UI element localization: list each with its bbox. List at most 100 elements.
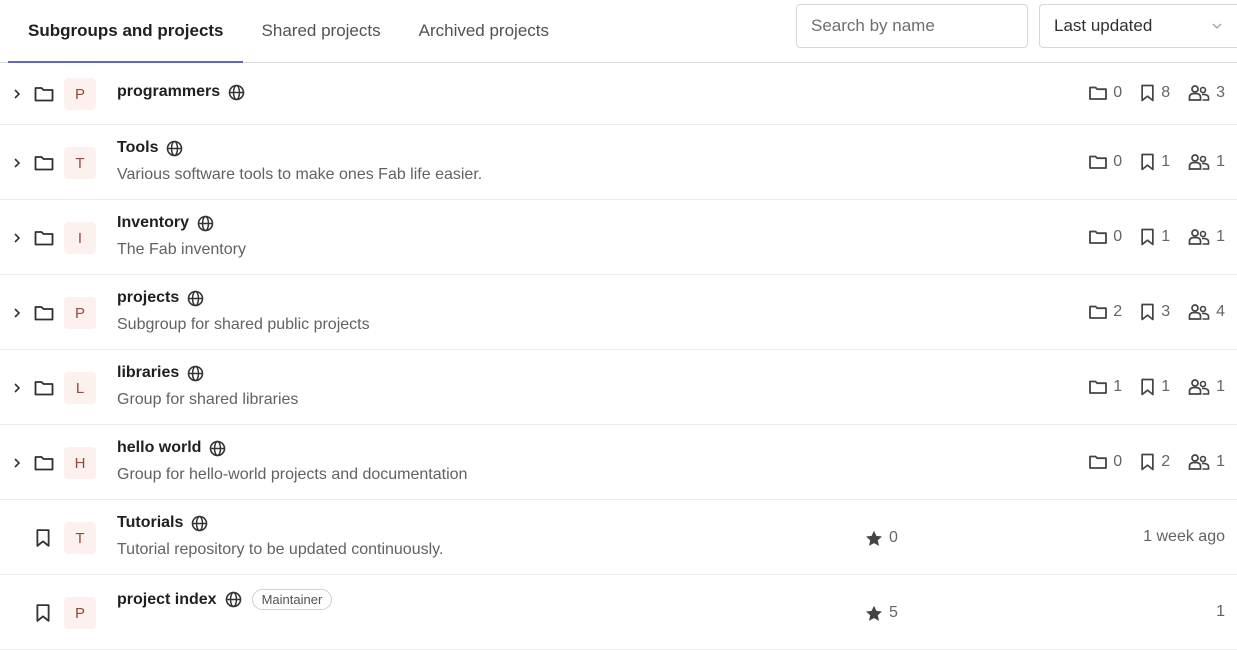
star-count[interactable]: 0 bbox=[865, 529, 898, 547]
project-count-value: 1 bbox=[1161, 153, 1171, 170]
group-row[interactable]: I Inventory The Fab inventory 0 1 1 bbox=[0, 200, 1237, 275]
group-name-link[interactable]: hello world bbox=[117, 439, 201, 457]
chevron-down-icon bbox=[1212, 23, 1222, 29]
subgroup-count-value: 1 bbox=[1113, 378, 1123, 395]
member-count-value: 1 bbox=[1216, 228, 1225, 245]
group-title: hello world bbox=[117, 439, 226, 457]
subgroup-count: 0 bbox=[1089, 453, 1122, 471]
group-row[interactable]: Llibraries Group for shared libraries 1 1 1 bbox=[0, 350, 1237, 425]
group-name-link[interactable]: libraries bbox=[117, 364, 179, 382]
group-description: The Fab inventory bbox=[117, 241, 246, 258]
role-badge: Maintainer bbox=[251, 589, 333, 610]
folder-icon bbox=[34, 455, 54, 471]
avatar[interactable]: P bbox=[64, 78, 96, 110]
member-count: 1 bbox=[1188, 453, 1225, 471]
chevron-right-icon[interactable] bbox=[10, 306, 24, 320]
avatar[interactable]: H bbox=[64, 447, 96, 479]
avatar[interactable]: P bbox=[64, 297, 96, 329]
sort-selected-label: Last updated bbox=[1054, 16, 1153, 35]
subgroup-count-value: 0 bbox=[1113, 453, 1123, 470]
star-count[interactable]: 5 bbox=[865, 604, 898, 622]
project-name-link[interactable]: project index bbox=[117, 591, 217, 609]
group-name-link[interactable]: Inventory bbox=[117, 214, 189, 232]
group-title: projects bbox=[117, 289, 204, 307]
avatar[interactable]: P bbox=[64, 597, 96, 629]
subgroup-count-value: 2 bbox=[1113, 303, 1123, 320]
group-stats: 0 1 1 bbox=[1071, 153, 1225, 171]
tab-shared-projects[interactable]: Shared projects bbox=[243, 0, 400, 62]
group-name-link[interactable]: programmers bbox=[117, 83, 220, 101]
chevron-right-icon[interactable] bbox=[10, 87, 24, 101]
tab-subgroups-and-projects[interactable]: Subgroups and projects bbox=[0, 0, 243, 63]
globe-icon bbox=[192, 515, 208, 531]
group-row[interactable]: Pprojects Subgroup for shared public proj… bbox=[0, 275, 1237, 350]
group-name-link[interactable]: Tools bbox=[117, 139, 158, 157]
subgroup-count: 0 bbox=[1089, 228, 1122, 246]
group-title: programmers bbox=[117, 83, 245, 101]
globe-icon bbox=[167, 140, 183, 156]
group-description: Subgroup for shared public projects bbox=[117, 316, 370, 333]
tab-bar: Subgroups and projects Shared projects A… bbox=[0, 0, 568, 63]
chevron-right-icon[interactable] bbox=[10, 231, 24, 245]
star-count-value: 5 bbox=[889, 604, 898, 621]
project-count: 1 bbox=[1140, 153, 1170, 171]
group-stats: 1 1 1 bbox=[1071, 378, 1225, 396]
project-count-value: 8 bbox=[1161, 84, 1171, 101]
chevron-right-icon[interactable] bbox=[10, 156, 24, 170]
group-row[interactable]: Pprogrammers 0 8 3 bbox=[0, 63, 1237, 125]
subgroup-count: 0 bbox=[1089, 153, 1122, 171]
group-stats: 0 1 1 bbox=[1071, 228, 1225, 246]
member-count-value: 4 bbox=[1216, 303, 1225, 320]
avatar[interactable]: T bbox=[64, 147, 96, 179]
project-row[interactable]: T Tutorials Tutorial repository to be upda… bbox=[0, 500, 1237, 575]
project-count-value: 3 bbox=[1161, 303, 1171, 320]
member-count: 1 bbox=[1188, 378, 1225, 396]
member-count: 1 bbox=[1188, 153, 1225, 171]
group-title: Inventory bbox=[117, 214, 214, 232]
folder-icon bbox=[34, 86, 54, 102]
search-input[interactable] bbox=[796, 4, 1028, 48]
globe-icon bbox=[187, 290, 204, 306]
group-row[interactable]: T Tools Various software tools to make one… bbox=[0, 125, 1237, 200]
sort-dropdown[interactable]: Last updated bbox=[1039, 4, 1237, 48]
avatar[interactable]: T bbox=[64, 522, 96, 554]
project-count-value: 1 bbox=[1161, 378, 1171, 395]
globe-icon bbox=[228, 84, 245, 100]
globe-icon bbox=[225, 591, 241, 608]
group-project-list: Pprogrammers 0 8 3 T Tools Various software to… bbox=[0, 63, 1237, 650]
folder-icon bbox=[34, 305, 54, 321]
group-row[interactable]: Hhello world Group for hello-world projec… bbox=[0, 425, 1237, 500]
group-description: Various software tools to make ones Fab … bbox=[117, 166, 483, 183]
project-count: 8 bbox=[1140, 84, 1170, 102]
chevron-right-icon[interactable] bbox=[10, 381, 24, 395]
avatar[interactable]: L bbox=[64, 372, 96, 404]
project-count: 1 bbox=[1140, 378, 1170, 396]
star-count-value: 0 bbox=[889, 529, 898, 546]
folder-icon bbox=[34, 155, 54, 171]
globe-icon bbox=[187, 365, 204, 381]
group-description: Group for hello-world projects and docum… bbox=[117, 466, 468, 483]
last-updated: 1 week ago bbox=[1143, 528, 1225, 545]
group-description: Group for shared libraries bbox=[117, 391, 299, 408]
top-bar: Subgroups and projects Shared projects A… bbox=[0, 0, 1237, 63]
last-updated: 1 bbox=[1216, 603, 1225, 620]
project-name-link[interactable]: Tutorials bbox=[117, 514, 183, 532]
project-count-value: 1 bbox=[1161, 228, 1171, 245]
subgroup-count-value: 0 bbox=[1113, 84, 1123, 101]
tab-archived-projects[interactable]: Archived projects bbox=[400, 0, 568, 62]
member-count-value: 1 bbox=[1216, 453, 1225, 470]
subgroup-count-value: 0 bbox=[1113, 153, 1123, 170]
group-name-link[interactable]: projects bbox=[117, 289, 179, 307]
group-title: libraries bbox=[117, 364, 204, 382]
project-count-value: 2 bbox=[1161, 453, 1171, 470]
subgroup-count: 1 bbox=[1089, 378, 1122, 396]
project-count: 2 bbox=[1140, 453, 1170, 471]
project-description: Tutorial repository to be updated contin… bbox=[117, 541, 444, 558]
avatar[interactable]: I bbox=[64, 222, 96, 254]
member-count-value: 1 bbox=[1216, 153, 1225, 170]
chevron-right-icon[interactable] bbox=[10, 456, 24, 470]
bookmark-icon bbox=[35, 604, 51, 622]
project-row[interactable]: Pproject index Maintainer 5 1 bbox=[0, 575, 1237, 650]
member-count: 1 bbox=[1188, 228, 1225, 246]
folder-icon bbox=[34, 230, 54, 246]
